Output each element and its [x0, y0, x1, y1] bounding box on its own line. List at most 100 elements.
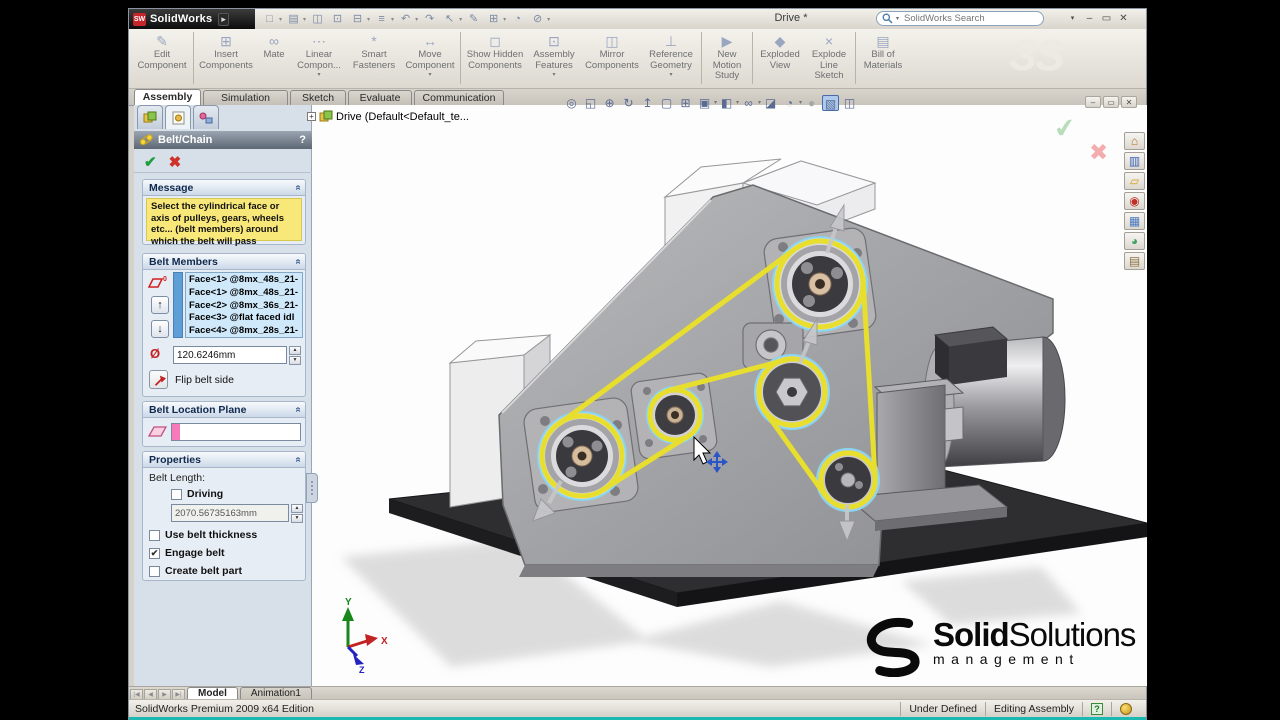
shaded-with-edges-icon[interactable]: ▧	[822, 94, 840, 111]
options-icon[interactable]: ◔	[509, 12, 526, 27]
perspective-icon[interactable]: ◫	[841, 95, 858, 111]
belt-members-header[interactable]: Belt Members «	[143, 254, 305, 270]
redo-icon[interactable]: ↷	[421, 12, 438, 27]
zoom-area-icon[interactable]: ◱	[582, 95, 599, 111]
display-style-icon[interactable]: ◧	[718, 95, 735, 111]
make-assembly-icon[interactable]: ⊡	[329, 12, 346, 27]
list-item[interactable]: Face<1> @8mx_48s_21-	[189, 274, 302, 287]
pulley-idler[interactable]	[646, 386, 704, 444]
dropdown-caret-icon[interactable]: ▾	[714, 99, 717, 106]
explode-line-sketch-button[interactable]: × Explode Line Sketch	[805, 31, 853, 87]
tab-sketch[interactable]: Sketch	[290, 90, 346, 105]
open-icon[interactable]: ▤	[285, 12, 302, 27]
rotate-view-icon[interactable]: ↻	[620, 95, 637, 111]
list-item[interactable]: Face<2> @8mx_36s_21-	[189, 300, 302, 313]
view-palette-icon[interactable]: ▦	[1124, 212, 1145, 230]
make-drawing-icon[interactable]: ◫	[309, 12, 326, 27]
shadows-icon[interactable]: ●	[803, 95, 820, 111]
custom-properties-icon[interactable]: ▤	[1124, 252, 1145, 270]
pulley-bottom[interactable]	[816, 448, 880, 512]
tab-feature-manager[interactable]	[137, 105, 163, 129]
list-item[interactable]: Face<4> @8mx_28s_21-	[189, 325, 302, 337]
viewport-3d-scene[interactable]: Y X Z	[312, 105, 1147, 686]
pulley-left[interactable]	[537, 411, 627, 501]
driving-checkbox[interactable]: Driving	[171, 488, 223, 500]
zoom-in-out-icon[interactable]: ⊕	[601, 95, 618, 111]
doc-minimize-button[interactable]: –	[1085, 96, 1101, 108]
ok-button[interactable]: ✔	[144, 153, 157, 171]
belt-diameter-input[interactable]	[173, 346, 287, 364]
dropdown-caret-icon[interactable]: ▾	[428, 71, 431, 78]
new-icon[interactable]: □	[261, 12, 278, 27]
appearances-icon[interactable]: ◔	[781, 95, 798, 111]
insert-components-button[interactable]: ⊞ Insert Components	[196, 31, 256, 87]
move-down-button[interactable]: ↓	[151, 320, 169, 338]
tab-communication[interactable]: Communication	[414, 90, 504, 105]
menu-expand-icon[interactable]: ▸	[218, 12, 229, 26]
belt-length-input[interactable]	[171, 504, 289, 522]
list-item[interactable]: Face<3> @flat faced idl	[189, 312, 302, 325]
sketch-icon[interactable]: ✎	[465, 12, 482, 27]
view-orientation-icon[interactable]: ▣	[696, 95, 713, 111]
collapse-chevron-icon[interactable]: «	[293, 185, 304, 191]
cancel-button[interactable]: ✖	[169, 153, 182, 171]
previous-view-icon[interactable]: ▢	[658, 95, 675, 111]
dropdown-caret-icon[interactable]: ▾	[736, 99, 739, 106]
tab-property-manager[interactable]	[165, 105, 191, 129]
create-belt-part-checkbox[interactable]: Create belt part	[149, 565, 242, 577]
list-item[interactable]: Face<1> @8mx_48s_21-	[189, 287, 302, 300]
dropdown-caret-icon[interactable]: ▾	[758, 99, 761, 106]
tree-expand-icon[interactable]: +	[307, 112, 316, 121]
help-button[interactable]	[1051, 12, 1066, 25]
collapse-chevron-icon[interactable]: «	[293, 259, 304, 265]
tab-simulation[interactable]: Simulation	[203, 90, 288, 105]
dropdown-caret-icon[interactable]: ▾	[317, 71, 320, 78]
search-input[interactable]	[902, 12, 1027, 25]
tab-assembly[interactable]: Assembly	[134, 89, 201, 105]
solidworks-search-icon[interactable]: ◉	[1124, 192, 1145, 210]
engage-belt-checkbox[interactable]: ✔ Engage belt	[149, 547, 225, 559]
hide-show-items-icon[interactable]: ∞	[740, 95, 757, 111]
belt-members-list[interactable]: Face<1> @8mx_48s_21- Face<1> @8mx_48s_21…	[185, 272, 303, 338]
maximize-button[interactable]: ▭	[1099, 12, 1114, 25]
undo-icon[interactable]: ↶	[397, 12, 414, 27]
file-explorer-icon[interactable]: ▱	[1124, 172, 1145, 190]
edit-component-button[interactable]: ✎ Edit Component	[133, 31, 191, 87]
collapse-chevron-icon[interactable]: «	[293, 407, 304, 413]
exploded-view-button[interactable]: ◆ Exploded View	[755, 31, 805, 87]
section-view-icon[interactable]: ◪	[762, 95, 779, 111]
help-dropdown-icon[interactable]: ▾	[1065, 12, 1080, 25]
feature-tree-root[interactable]: + Drive (Default<Default_te...	[307, 110, 469, 123]
solidworks-resources-icon[interactable]: ⌂	[1124, 132, 1145, 150]
bill-of-materials-button[interactable]: ▤ Bill of Materials	[858, 31, 908, 87]
mate-button[interactable]: ∞ Mate	[256, 31, 292, 87]
spinner-down-icon[interactable]: ▼	[291, 514, 303, 523]
pulley-top[interactable]	[772, 236, 868, 332]
properties-header[interactable]: Properties «	[143, 452, 305, 468]
location-plane-selection-box[interactable]	[171, 423, 301, 441]
minimize-button[interactable]: –	[1082, 12, 1097, 25]
design-library-icon[interactable]: ▥	[1124, 152, 1145, 170]
spinner-up-icon[interactable]: ▲	[289, 346, 301, 355]
tab-evaluate[interactable]: Evaluate	[348, 90, 412, 105]
move-component-button[interactable]: ↔ Move Component ▾	[402, 31, 458, 87]
search-dropdown-icon[interactable]: ▾	[896, 15, 899, 22]
flip-belt-side-button[interactable]	[149, 370, 168, 389]
toolbox-icon[interactable]: ⊘	[529, 12, 546, 27]
select-icon[interactable]: ↖	[441, 12, 458, 27]
spinner-down-icon[interactable]: ▼	[289, 356, 301, 365]
smart-fasteners-button[interactable]: * Smart Fasteners	[346, 31, 402, 87]
confirm-ok-icon[interactable]: ✔	[1052, 112, 1078, 146]
collapse-chevron-icon[interactable]: «	[293, 457, 304, 463]
belt-location-plane-header[interactable]: Belt Location Plane «	[143, 402, 305, 418]
doc-close-button[interactable]: ✕	[1121, 96, 1137, 108]
use-belt-thickness-checkbox[interactable]: Use belt thickness	[149, 529, 257, 541]
close-button[interactable]: ✕	[1116, 12, 1131, 25]
quick-tips-icon[interactable]: ?	[1091, 702, 1103, 715]
linear-component-pattern-button[interactable]: ⋯ Linear Compon... ▾	[292, 31, 346, 87]
show-hidden-components-button[interactable]: ◻ Show Hidden Components	[463, 31, 527, 87]
grid-icon[interactable]: ⊞	[677, 95, 694, 111]
print-icon[interactable]: ≡	[373, 12, 390, 27]
spinner-up-icon[interactable]: ▲	[291, 504, 303, 513]
dropdown-caret-icon[interactable]: ▾	[669, 71, 672, 78]
